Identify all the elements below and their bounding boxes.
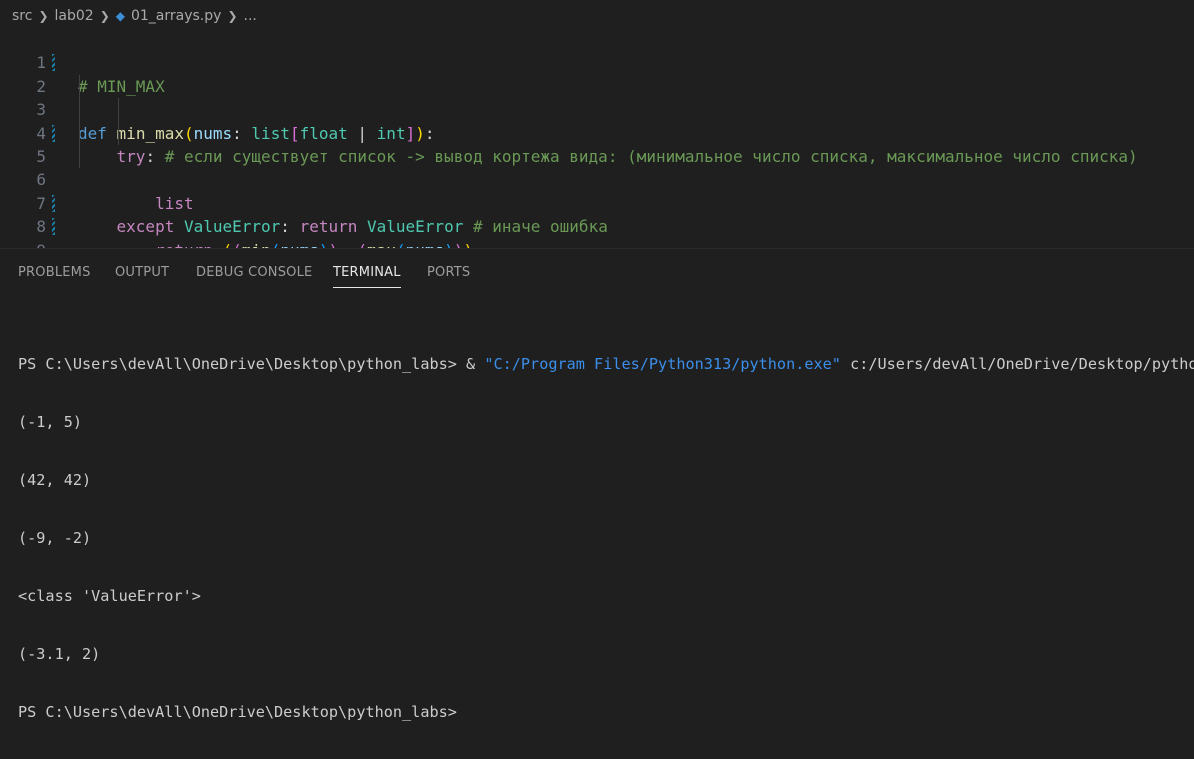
indent-guide (79, 144, 80, 169)
terminal-output-line: <class 'ValueError'> (18, 587, 201, 605)
code-line[interactable]: 8 min_max_case_list = [[3, -1, 5, 5, 0],… (0, 192, 1194, 236)
code-editor[interactable]: 1 # MIN_MAX 2 def min_max(nums: list[flo… (0, 28, 1194, 248)
chevron-right-icon: ❯ (227, 9, 238, 23)
modified-line-indicator (52, 124, 55, 142)
breadcrumb-item-src[interactable]: src (12, 8, 32, 24)
terminal-command-arg: c:/Users/devAll/OneDrive/Desktop/python_… (850, 355, 1194, 373)
chevron-right-icon: ❯ (99, 9, 110, 23)
code-line[interactable]: 7 (0, 168, 1194, 213)
code-line[interactable]: 3 try: # если существует список -> вывод… (0, 74, 1194, 166)
terminal-output[interactable]: PS C:\Users\devAll\OneDrive\Desktop\pyth… (18, 317, 1194, 759)
tab-ports[interactable]: PORTS (427, 265, 470, 280)
code-line[interactable]: 10 (0, 239, 1194, 248)
terminal-output-line: (-1, 5) (18, 413, 83, 431)
terminal-prompt: PS C:\Users\devAll\OneDrive\Desktop\pyth… (18, 355, 485, 373)
indent-guide (118, 121, 119, 145)
modified-line-indicator (52, 194, 55, 212)
terminal-output-line: (-9, -2) (18, 529, 92, 547)
tab-problems[interactable]: PROBLEMS (18, 265, 91, 280)
panel-tabs: PROBLEMS OUTPUT DEBUG CONSOLE TERMINAL P… (0, 249, 1194, 299)
code-line[interactable]: 2 def min_max(nums: list[float | int]): (0, 51, 1194, 143)
code-line[interactable]: 1 # MIN_MAX (0, 28, 1194, 95)
terminal-output-line: (-3.1, 2) (18, 645, 101, 663)
indent-guide (79, 74, 80, 99)
chevron-right-icon: ❯ (38, 9, 49, 23)
terminal-command-exe: "C:/Program Files/Python313/python.exe" (484, 355, 841, 373)
code-line[interactable]: 4 list (0, 98, 1194, 213)
indent-guide (79, 121, 80, 145)
code-line[interactable]: 5 return ((min(nums)), (max(nums))) (0, 121, 1194, 248)
code-line[interactable]: 6 except ValueError: return ValueError #… (0, 144, 1194, 236)
indent-guide (118, 98, 119, 122)
python-file-icon: ◆ (115, 9, 125, 23)
breadcrumb-item-more[interactable]: ... (244, 8, 257, 24)
terminal-command-line: PS C:\Users\devAll\OneDrive\Desktop\pyth… (18, 353, 1194, 375)
tab-terminal[interactable]: TERMINAL (333, 265, 401, 288)
modified-line-indicator (52, 54, 55, 72)
terminal-final-prompt: PS C:\Users\devAll\OneDrive\Desktop\pyth… (18, 703, 457, 721)
breadcrumb-item-file[interactable]: 01_arrays.py (131, 8, 221, 24)
bottom-panel: PROBLEMS OUTPUT DEBUG CONSOLE TERMINAL P… (0, 248, 1194, 721)
terminal-output-line: (42, 42) (18, 471, 92, 489)
modified-line-indicator (52, 218, 55, 236)
breadcrumb-item-lab02[interactable]: lab02 (55, 8, 94, 24)
tab-output[interactable]: OUTPUT (115, 265, 169, 280)
code-line[interactable]: 9 for case_list in min_max_case_list: pr… (0, 215, 1194, 248)
indent-guide (79, 98, 80, 122)
tab-debug-console[interactable]: DEBUG CONSOLE (196, 265, 312, 280)
